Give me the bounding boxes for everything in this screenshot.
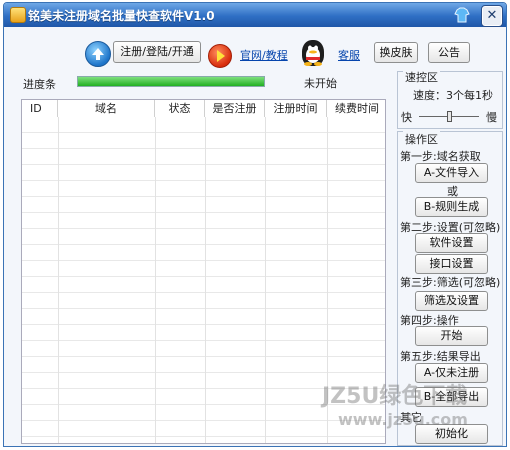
watermark-text: JZ5U绿色下载: [322, 384, 468, 409]
file-import-button[interactable]: A-文件导入: [415, 163, 488, 183]
website-tutorial-link[interactable]: 官网/教程: [240, 47, 288, 63]
notice-button[interactable]: 公告: [428, 42, 470, 63]
app-icon: [10, 7, 26, 23]
filter-settings-button[interactable]: 筛选及设置: [415, 291, 488, 311]
register-icon[interactable]: [85, 41, 111, 67]
title-bar: 铭美未注册域名批量快查软件V1.0 ✕: [4, 3, 506, 27]
close-button[interactable]: ✕: [482, 6, 502, 26]
status-text: 未开始: [304, 77, 337, 90]
window-title: 铭美未注册域名批量快查软件V1.0: [28, 9, 215, 23]
step-1-label: 第一步:域名获取: [400, 150, 481, 163]
table-header: ID 域名 状态 是否注册 注册时间 续费时间: [22, 100, 385, 118]
rule-generate-button[interactable]: B-规则生成: [415, 197, 488, 217]
register-login-button[interactable]: 注册/登陆/开通: [113, 41, 201, 63]
play-icon[interactable]: [208, 44, 232, 68]
column-divider: [205, 117, 206, 443]
speed-slow-label: 慢: [486, 111, 497, 124]
change-skin-button[interactable]: 换皮肤: [374, 42, 418, 63]
column-header-register-time[interactable]: 注册时间: [265, 100, 327, 117]
step-5-label: 第五步:结果导出: [400, 350, 481, 363]
column-header-registered[interactable]: 是否注册: [205, 100, 265, 117]
column-divider: [58, 117, 59, 443]
column-divider: [265, 117, 266, 443]
speed-slider-thumb[interactable]: [446, 111, 452, 122]
progress-fill: [78, 77, 264, 86]
column-header-domain[interactable]: 域名: [58, 100, 155, 117]
column-header-status[interactable]: 状态: [155, 100, 205, 117]
operations-panel-title: 操作区: [403, 131, 440, 147]
progress-bar: [77, 76, 265, 87]
step-3-label: 第三步:筛选(可忽略): [400, 276, 501, 289]
software-settings-button[interactable]: 软件设置: [415, 233, 488, 253]
qq-penguin-icon[interactable]: [302, 40, 324, 66]
shirt-icon[interactable]: [454, 6, 470, 24]
interface-settings-button[interactable]: 接口设置: [415, 254, 488, 274]
start-button[interactable]: 开始: [415, 326, 488, 346]
column-header-renew-time[interactable]: 续费时间: [327, 100, 385, 117]
speed-fast-label: 快: [401, 111, 412, 124]
column-divider: [155, 117, 156, 443]
customer-service-link[interactable]: 客服: [338, 47, 360, 63]
progress-label: 进度条: [23, 78, 56, 91]
column-header-id[interactable]: ID: [22, 100, 58, 117]
speed-panel-title: 速控区: [403, 69, 440, 85]
speed-text: 速度：3个每1秒: [413, 89, 493, 102]
watermark-url: www.jz5u.com: [338, 410, 468, 429]
